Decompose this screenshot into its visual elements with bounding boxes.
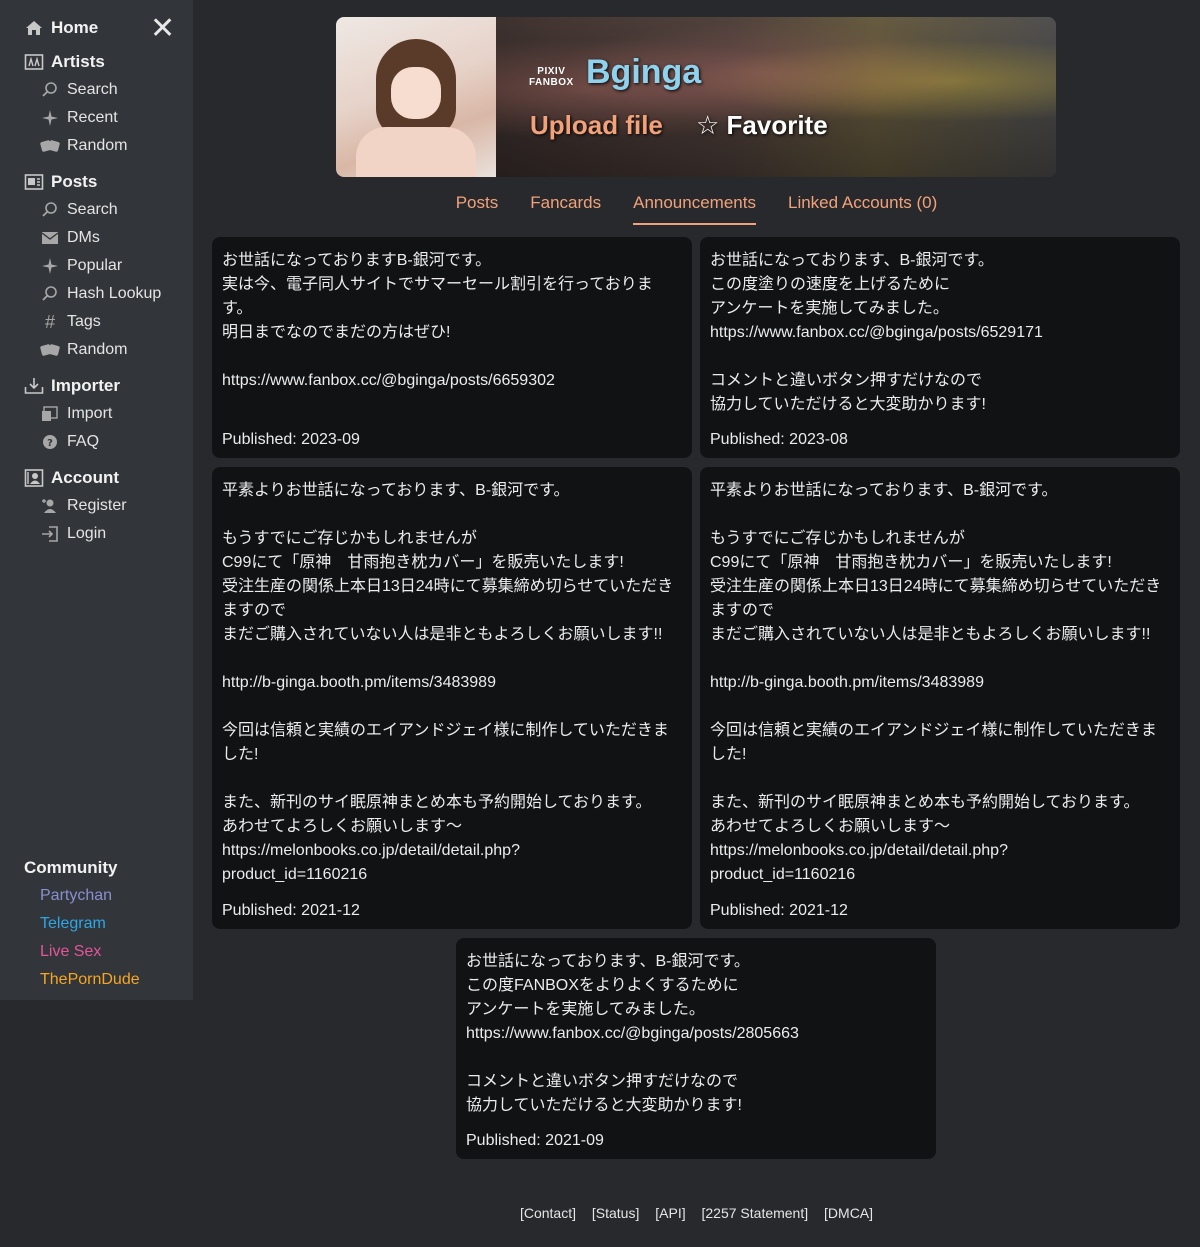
sparkle-icon xyxy=(40,256,60,276)
sidebar-item-faq[interactable]: ? FAQ xyxy=(0,428,193,456)
sidebar-heading-artists[interactable]: Artists xyxy=(0,48,193,76)
search-icon xyxy=(40,80,60,100)
dice-icon xyxy=(40,136,60,156)
artist-banner: PIXIV FANBOX Bginga Upload file ☆ Favori… xyxy=(336,17,1056,177)
sidebar-item-posts-tags[interactable]: # Tags xyxy=(0,308,193,336)
mail-icon xyxy=(40,228,60,248)
sidebar-item-artists-random[interactable]: Random xyxy=(0,132,193,160)
community-section: Community Partychan Telegram Live Sex Th… xyxy=(24,854,140,994)
community-link-theporndude[interactable]: ThePornDude xyxy=(24,966,140,994)
importer-icon xyxy=(24,376,44,396)
announcement-card: 平素よりお世話になっております、B-銀河です。 もうすでにご存じかもしれませんが… xyxy=(700,467,1180,929)
sidebar-group-account: Account Register Login xyxy=(0,464,193,548)
announcement-card: 平素よりお世話になっております、B-銀河です。 もうすでにご存じかもしれませんが… xyxy=(212,467,692,929)
announcement-content: 平素よりお世話になっております、B-銀河です。 もうすでにご存じかもしれませんが… xyxy=(222,482,674,883)
logo-line1: PIXIV xyxy=(537,66,566,77)
sidebar-heading-label: Importer xyxy=(51,376,120,395)
faq-icon: ? xyxy=(40,432,60,452)
sidebar-heading-account[interactable]: Account xyxy=(0,464,193,492)
sparkle-icon xyxy=(40,108,60,128)
search-icon xyxy=(40,284,60,304)
sidebar-item-label: Hash Lookup xyxy=(67,285,162,302)
sidebar-item-posts-popular[interactable]: Popular xyxy=(0,252,193,280)
account-icon xyxy=(24,468,44,488)
sidebar-item-import[interactable]: Import xyxy=(0,400,193,428)
announcement-content: お世話になっております、B-銀河です。 この度塗りの速度を上げるために アンケー… xyxy=(710,252,1043,413)
announcement-card: お世話になっておりますB-銀河です。 実は今、電子同人サイトでサマーセール割引を… xyxy=(212,237,692,458)
sidebar-item-label: Random xyxy=(67,341,128,358)
sidebar-item-label: Popular xyxy=(67,257,123,274)
artist-avatar[interactable] xyxy=(336,17,496,177)
logo-line2: FANBOX xyxy=(529,77,574,88)
announcement-content: 平素よりお世話になっております、B-銀河です。 もうすでにご存じかもしれませんが… xyxy=(710,482,1162,883)
community-link-partychan[interactable]: Partychan xyxy=(24,882,140,910)
favorite-button[interactable]: ☆ Favorite xyxy=(696,110,828,141)
announcement-published: Published: 2021-09 xyxy=(466,1132,604,1149)
sidebar-item-label: Import xyxy=(67,405,113,422)
sidebar-heading-importer[interactable]: Importer xyxy=(0,372,193,400)
announcement-published: Published: 2023-08 xyxy=(710,431,848,448)
sidebar-item-label: Register xyxy=(67,497,127,514)
sidebar-item-label: FAQ xyxy=(67,433,100,450)
community-link-telegram[interactable]: Telegram xyxy=(24,910,140,938)
announcement-content: お世話になっております、B-銀河です。 この度FANBOXをよりよくするために … xyxy=(466,953,799,1114)
sidebar-item-posts-dms[interactable]: DMs xyxy=(0,224,193,252)
dice-icon xyxy=(40,340,60,360)
login-icon xyxy=(40,524,60,544)
sidebar-group-importer: Importer Import ? FAQ xyxy=(0,372,193,456)
announcement-published: Published: 2023-09 xyxy=(222,431,360,448)
artists-icon xyxy=(24,52,44,72)
sidebar-item-label: Home xyxy=(51,18,99,37)
footer: [Contact] [Status] [API] [2257 Statement… xyxy=(193,1205,1200,1221)
footer-link-status[interactable]: [Status] xyxy=(592,1205,639,1221)
sidebar-heading-label: Artists xyxy=(51,52,105,71)
profile-tabs: Posts Fancards Announcements Linked Acco… xyxy=(0,189,1200,225)
sidebar-item-label: DMs xyxy=(67,229,100,246)
community-link-live-sex[interactable]: Live Sex xyxy=(24,938,140,966)
close-icon[interactable]: ✕ xyxy=(150,14,175,44)
tab-announcements[interactable]: Announcements xyxy=(633,189,756,225)
footer-link-dmca[interactable]: [DMCA] xyxy=(824,1205,873,1221)
sidebar-item-register[interactable]: Register xyxy=(0,492,193,520)
community-title: Community xyxy=(24,858,118,877)
tab-fancards[interactable]: Fancards xyxy=(530,189,601,225)
sidebar-item-label: Recent xyxy=(67,109,118,126)
announcement-published: Published: 2021-12 xyxy=(710,902,848,919)
announcement-content: お世話になっておりますB-銀河です。 実は今、電子同人サイトでサマーセール割引を… xyxy=(222,252,653,389)
sidebar-item-posts-random[interactable]: Random xyxy=(0,336,193,364)
sidebar-heading-label: Account xyxy=(51,468,119,487)
sidebar-item-posts-hash-lookup[interactable]: Hash Lookup xyxy=(0,280,193,308)
import-icon xyxy=(40,404,60,424)
upload-file-button[interactable]: Upload file xyxy=(530,110,663,141)
avatar-arms xyxy=(356,127,476,177)
home-icon xyxy=(24,18,44,38)
announcement-card: お世話になっております、B-銀河です。 この度塗りの速度を上げるために アンケー… xyxy=(700,237,1180,458)
footer-link-contact[interactable]: [Contact] xyxy=(520,1205,576,1221)
sidebar-group-artists: Artists Search Recent Random xyxy=(0,48,193,160)
sidebar-item-artists-recent[interactable]: Recent xyxy=(0,104,193,132)
sidebar-item-label: Search xyxy=(67,81,118,98)
announcement-card: お世話になっております、B-銀河です。 この度FANBOXをよりよくするために … xyxy=(456,938,936,1159)
tab-linked-accounts[interactable]: Linked Accounts (0) xyxy=(788,189,937,225)
sidebar-item-artists-search[interactable]: Search xyxy=(0,76,193,104)
svg-text:?: ? xyxy=(47,438,53,449)
hash-icon: # xyxy=(44,311,55,332)
sidebar-item-label: Tags xyxy=(67,313,101,330)
artist-name[interactable]: Bginga xyxy=(586,53,701,92)
tab-posts[interactable]: Posts xyxy=(456,189,499,225)
fanbox-logo: PIXIV FANBOX xyxy=(529,66,574,88)
footer-link-api[interactable]: [API] xyxy=(655,1205,685,1221)
sidebar-item-label: Random xyxy=(67,137,128,154)
footer-link-2257-statement[interactable]: [2257 Statement] xyxy=(702,1205,809,1221)
sidebar: ✕ Home Artists Search Recent Random Post… xyxy=(0,0,193,1000)
announcement-published: Published: 2021-12 xyxy=(222,902,360,919)
sidebar-item-label: Login xyxy=(67,525,107,542)
register-icon xyxy=(40,496,60,516)
avatar-face xyxy=(391,67,441,119)
sidebar-item-login[interactable]: Login xyxy=(0,520,193,548)
